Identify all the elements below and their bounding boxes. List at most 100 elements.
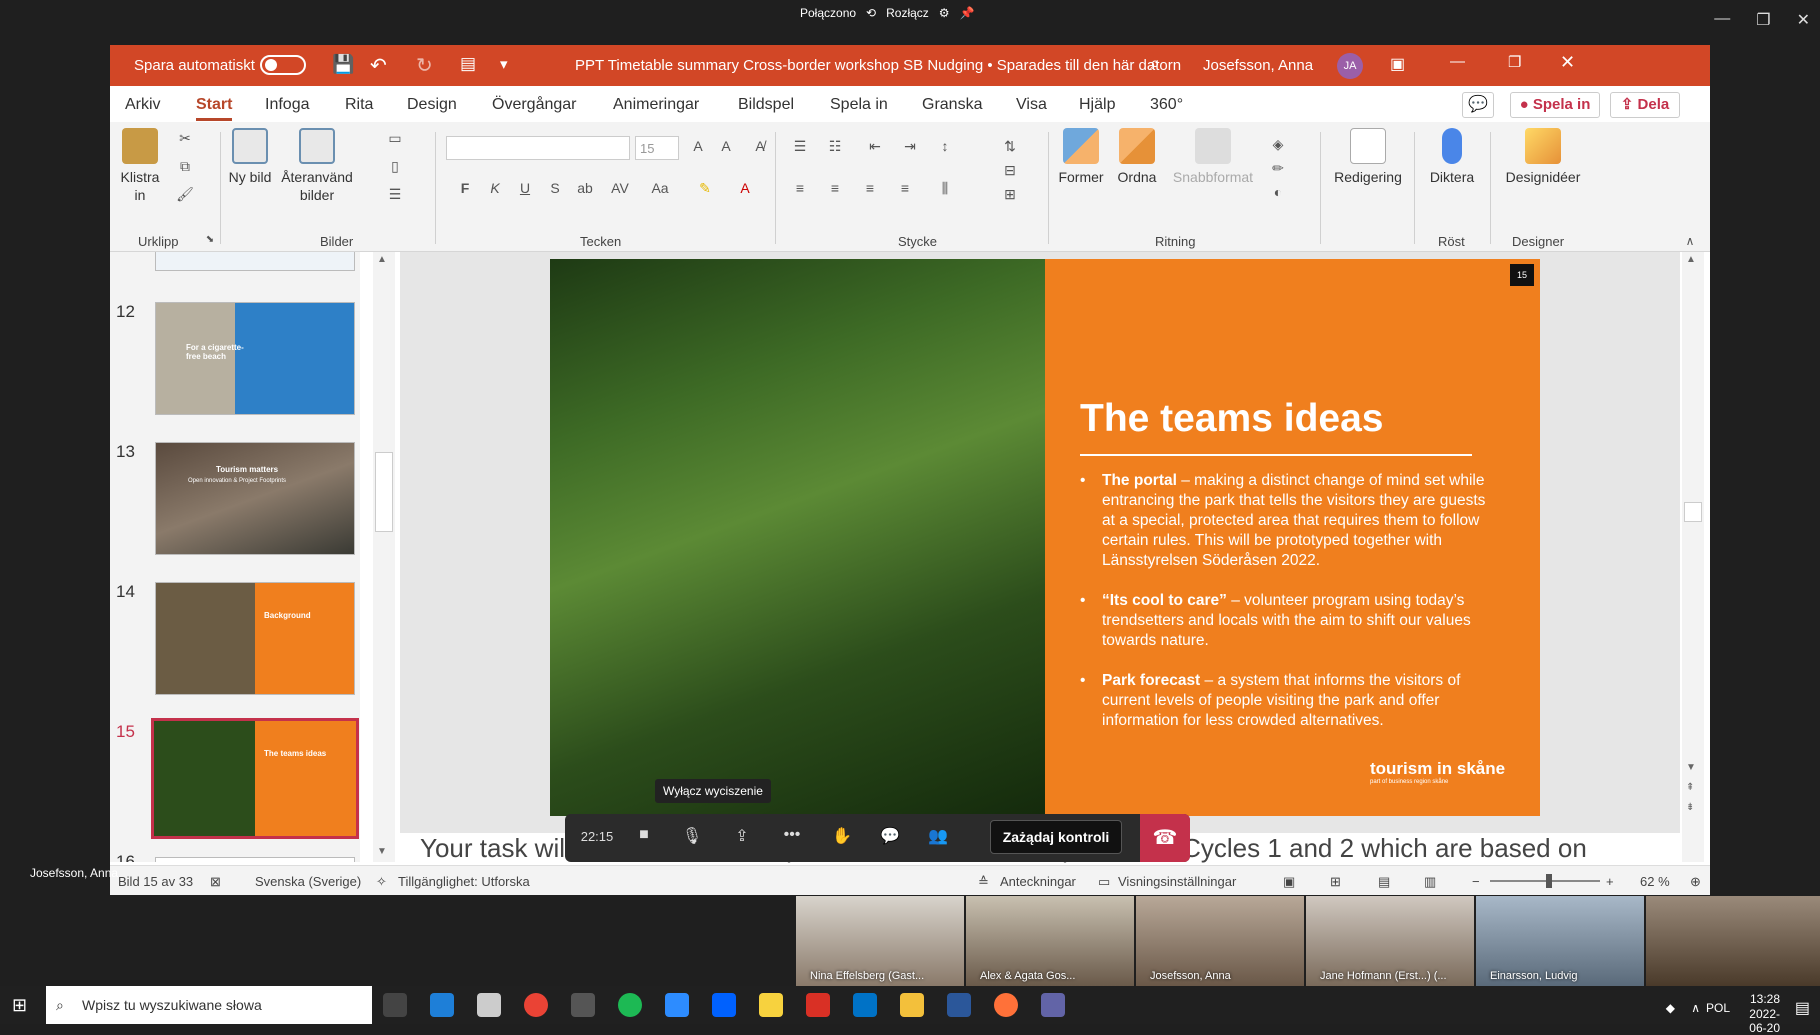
document-title[interactable]: PPT Timetable summary Cross-border works… — [575, 57, 1181, 74]
taskbar-search[interactable]: ⌕ Wpisz tu wyszukiwane słowa — [46, 986, 372, 1024]
firefox-icon[interactable] — [994, 993, 1018, 1017]
zoom-icon[interactable] — [665, 993, 689, 1017]
current-slide[interactable]: 15 The teams ideas The portal – making a… — [550, 259, 1540, 816]
cut-icon[interactable]: ✂ — [175, 130, 195, 148]
redo-icon[interactable]: ↻ — [416, 53, 433, 78]
tab-arkiv[interactable]: Arkiv — [125, 96, 161, 114]
next-slide-icon[interactable]: ⇟ — [1686, 802, 1694, 813]
dialog-launcher-icon[interactable]: ⬊ — [200, 234, 220, 252]
layout-icon[interactable]: ▭ — [385, 130, 405, 148]
notifications-icon[interactable]: ▤ — [1795, 998, 1810, 1018]
restore-icon[interactable]: ❐ — [1756, 10, 1770, 30]
paste-button[interactable]: Klistra in — [118, 128, 162, 204]
slide-thumbnail-16[interactable] — [155, 857, 355, 862]
disconnect-icon[interactable]: ⟲ — [866, 6, 876, 20]
collapse-ribbon-icon[interactable]: ∧ — [1680, 234, 1700, 252]
thumbnails-scrollbar[interactable]: ▲ ▼ — [373, 252, 395, 862]
disconnect-button[interactable]: Rozłącz — [886, 6, 929, 20]
tab-visa[interactable]: Visa — [1016, 96, 1047, 114]
bullets-icon[interactable]: ☰ — [790, 138, 810, 156]
tab-bildspel[interactable]: Bildspel — [738, 96, 794, 114]
justify-icon[interactable]: ≡ — [895, 180, 915, 198]
outline-icon[interactable]: ✏ — [1268, 160, 1288, 178]
previous-slide-icon[interactable]: ⇞ — [1686, 782, 1694, 793]
highlight-icon[interactable]: ✎ — [695, 180, 715, 198]
zoom-out-icon[interactable]: − — [1472, 874, 1480, 889]
share-screen-icon[interactable]: ⇪ — [725, 826, 759, 846]
slide-scrollbar[interactable]: ▲ ▼ ⇞ ⇟ — [1682, 252, 1704, 862]
scroll-down-icon[interactable]: ▼ — [377, 846, 387, 857]
line-spacing-icon[interactable]: ↕ — [935, 138, 955, 156]
dictate-button[interactable]: Diktera — [1422, 128, 1482, 186]
edge-icon[interactable] — [430, 993, 454, 1017]
section-icon[interactable]: ☰ — [385, 186, 405, 204]
align-text-icon[interactable]: ⊟ — [1000, 162, 1020, 180]
tab-granska[interactable]: Granska — [922, 96, 982, 114]
decrease-indent-icon[interactable]: ⇤ — [865, 138, 885, 156]
effects-icon[interactable]: ◐ — [1268, 184, 1288, 202]
font-color-icon[interactable]: A — [735, 180, 755, 198]
tab-design[interactable]: Design — [407, 96, 457, 114]
notes-icon[interactable]: ≙ — [978, 874, 989, 890]
slide-thumbnail-11[interactable] — [155, 252, 355, 271]
dropbox-tray-icon[interactable]: ◆ — [1666, 1001, 1675, 1015]
customize-qat-icon[interactable]: ▾ — [500, 55, 508, 73]
scroll-up-icon[interactable]: ▲ — [1686, 254, 1696, 265]
bullet-cool-to-care[interactable]: “Its cool to care” – volunteer program u… — [1080, 591, 1500, 651]
participant-tile[interactable]: Alex & Agata Gos... — [966, 896, 1134, 986]
tab-spela-in[interactable]: Spela in — [830, 96, 888, 114]
editing-button[interactable]: Redigering — [1328, 128, 1408, 186]
file-explorer-icon[interactable] — [900, 993, 924, 1017]
fit-slide-icon[interactable]: ⊕ — [1690, 874, 1701, 890]
reuse-slides-button[interactable]: Återanvänd bilder — [278, 128, 356, 204]
word-icon[interactable] — [947, 993, 971, 1017]
view-settings-button[interactable]: Visningsinställningar — [1118, 874, 1236, 889]
slide-title[interactable]: The teams ideas — [1080, 397, 1383, 441]
accessibility-status[interactable]: Tillgänglighet: Utforska — [398, 874, 530, 889]
smartart-icon[interactable]: ⊞ — [1000, 186, 1020, 204]
restore-icon[interactable]: ❐ — [1508, 53, 1521, 71]
clear-format-icon[interactable]: A̸ — [750, 138, 770, 156]
underline-button[interactable]: U — [515, 180, 535, 198]
tab-start[interactable]: Start — [196, 96, 233, 121]
minimize-icon[interactable]: — — [1450, 53, 1465, 70]
bullet-portal[interactable]: The portal – making a distinct change of… — [1080, 471, 1500, 571]
close-icon[interactable]: ✕ — [1797, 10, 1810, 30]
copy-icon[interactable]: ⧉ — [175, 158, 195, 176]
slide-thumbnail-13[interactable]: Tourism matters Open innovation & Project… — [155, 442, 355, 555]
shadow-button[interactable]: S — [545, 180, 565, 198]
shapes-button[interactable]: Former — [1056, 128, 1106, 186]
normal-view-icon[interactable]: ▣ — [1283, 874, 1295, 890]
present-icon[interactable]: ▤ — [460, 54, 476, 74]
tray-chevron-icon[interactable]: ∧ — [1691, 1001, 1700, 1015]
search-icon[interactable]: ⌕ — [1150, 53, 1160, 74]
scrollbar-thumb[interactable] — [1684, 502, 1702, 522]
user-avatar[interactable]: JA — [1337, 53, 1363, 79]
autosave-toggle[interactable] — [260, 55, 306, 75]
format-painter-icon[interactable]: 🖌 — [175, 186, 195, 204]
tab-rita[interactable]: Rita — [345, 96, 373, 114]
zoom-level[interactable]: 62 % — [1640, 874, 1670, 889]
align-right-icon[interactable]: ≡ — [860, 180, 880, 198]
share-button[interactable]: ⇪ Dela — [1610, 92, 1680, 118]
bullet-park-forecast[interactable]: Park forecast – a system that informs th… — [1080, 671, 1500, 731]
scrollbar-thumb[interactable] — [375, 452, 393, 532]
participant-tile[interactable]: Nina Effelsberg (Gast... — [796, 896, 964, 986]
slideshow-icon[interactable]: ▥ — [1424, 874, 1436, 890]
save-icon[interactable]: 💾 — [332, 54, 354, 75]
comments-icon[interactable]: 💬 — [1462, 92, 1494, 118]
clock-date[interactable]: 2022-06-20 — [1749, 1007, 1780, 1035]
quick-styles-button[interactable]: Snabbformat — [1168, 128, 1258, 186]
slide-thumbnail-12[interactable]: For a cigarette-free beach — [155, 302, 355, 415]
scroll-up-icon[interactable]: ▲ — [377, 254, 387, 265]
bold-button[interactable]: F — [455, 180, 475, 198]
camera-icon[interactable]: ■ — [627, 826, 661, 844]
raise-hand-icon[interactable]: ✋ — [825, 826, 859, 846]
more-icon[interactable]: ••• — [775, 826, 809, 844]
italic-button[interactable]: K — [485, 180, 505, 198]
change-case-icon[interactable]: Aa — [650, 180, 670, 198]
scroll-down-icon[interactable]: ▼ — [1686, 762, 1696, 773]
settings-icon[interactable]: ⚙ — [939, 6, 950, 20]
notes-button[interactable]: Anteckningar — [1000, 874, 1076, 889]
calendar-icon[interactable] — [571, 993, 595, 1017]
